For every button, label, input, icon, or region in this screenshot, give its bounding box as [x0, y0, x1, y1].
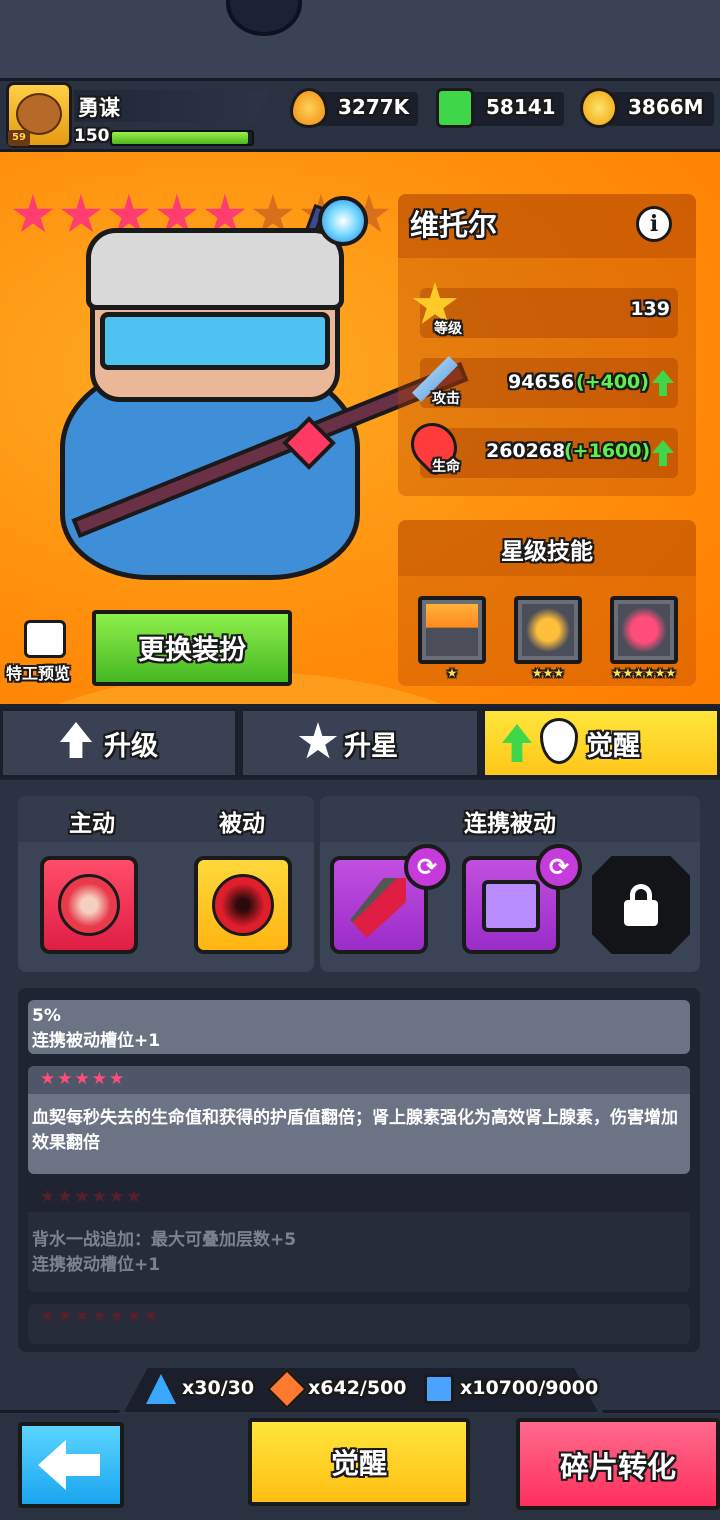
info-icon[interactable]: i — [636, 206, 672, 242]
tab-awaken-label: 觉醒 — [586, 731, 640, 762]
hero-hair — [86, 228, 344, 310]
star-skill-2[interactable] — [514, 596, 582, 664]
stat-label-hp: 生命 — [432, 459, 460, 475]
lock-body — [624, 900, 658, 926]
star-skill-1[interactable] — [418, 596, 486, 664]
crystal-shard-icon — [424, 1374, 454, 1404]
passive-skill-label: 被动 — [219, 811, 265, 837]
green-gem-icon[interactable] — [436, 88, 474, 128]
xp-bar-fill — [112, 132, 248, 144]
stat-value-hp: 260268 — [486, 440, 566, 462]
shard-convert-label: 碎片转化 — [559, 1450, 676, 1484]
swap-icon[interactable]: ⟳ — [536, 844, 582, 890]
tv-preview-icon[interactable] — [24, 620, 66, 658]
stat-bonus-hp: (+1600) — [564, 440, 651, 462]
swap-icon[interactable]: ⟳ — [404, 844, 450, 890]
top-strip — [0, 0, 720, 78]
player-level-badge: 59 — [8, 130, 30, 146]
stat-value-attack: 94656 — [508, 371, 575, 393]
resource-value-3: x10700/9000 — [460, 1377, 599, 1399]
desc-card-1-text: 5% 连携被动槽位+1 — [32, 1006, 161, 1051]
star-skill-3[interactable] — [610, 596, 678, 664]
preview-label[interactable]: 特工预览 — [6, 660, 70, 684]
tab-upgrade-label: 升级 — [104, 731, 158, 762]
active-skill-label: 主动 — [69, 811, 115, 837]
droplet-icon — [290, 88, 328, 128]
desc-card-2-text: 血契每秒失去的生命值和获得的护盾值翻倍；肾上腺素强化为高效肾上腺素，伤害增加效果… — [32, 1108, 678, 1153]
star-skill-2-stars: ★★★ — [531, 666, 565, 680]
currency-value-gem: 58141 — [486, 95, 556, 119]
star-skills-title: 星级技能 — [501, 539, 593, 565]
stat-bonus-attack: (+400) — [576, 371, 649, 393]
stat-label-attack: 攻击 — [432, 391, 460, 407]
combo-passive-label: 连携被动 — [464, 811, 556, 837]
desc-card-2-head — [28, 1066, 690, 1094]
desc-card-4-stars: ★★★★★★★ — [40, 1306, 161, 1326]
star-skill-1-stars: ★ — [446, 666, 458, 680]
hero-orb — [318, 196, 368, 246]
avatar-character-icon — [16, 93, 62, 135]
stat-label-level: 等级 — [434, 321, 462, 337]
blood-dagger-icon — [58, 874, 120, 936]
resource-value-2: x642/500 — [308, 1377, 407, 1399]
stat-value-level: 139 — [630, 298, 670, 320]
hero-visor — [100, 312, 330, 370]
hero-name: 维托尔 — [410, 208, 498, 242]
shield-icon — [618, 604, 670, 656]
resource-value-1: x30/30 — [182, 1377, 255, 1399]
desc-card-2-stars: ★★★★★ — [40, 1069, 127, 1089]
red-eye-icon — [212, 874, 274, 936]
desc-card-3-text: 背水一战追加：最大可叠加层数+5 连携被动槽位+1 — [32, 1230, 297, 1275]
tab-star-up-label: 升星 — [344, 731, 398, 762]
horn-plus-icon — [522, 604, 574, 656]
star-skill-3-stars: ★★★★★★ — [611, 666, 677, 680]
currency-value-droplet: 3277K — [338, 95, 410, 119]
awaken-button-label: 觉醒 — [330, 1447, 387, 1480]
torch-icon — [426, 604, 478, 656]
chest-icon — [482, 880, 540, 932]
player-name: 勇谋 — [78, 96, 120, 120]
change-outfit-label: 更换装扮 — [138, 635, 246, 666]
xp-value: 150 — [74, 126, 110, 146]
desc-card-3-stars: ★★★★★★ — [40, 1187, 144, 1207]
gold-coin-icon[interactable] — [580, 88, 618, 128]
currency-value-coin: 3866M — [628, 95, 704, 119]
